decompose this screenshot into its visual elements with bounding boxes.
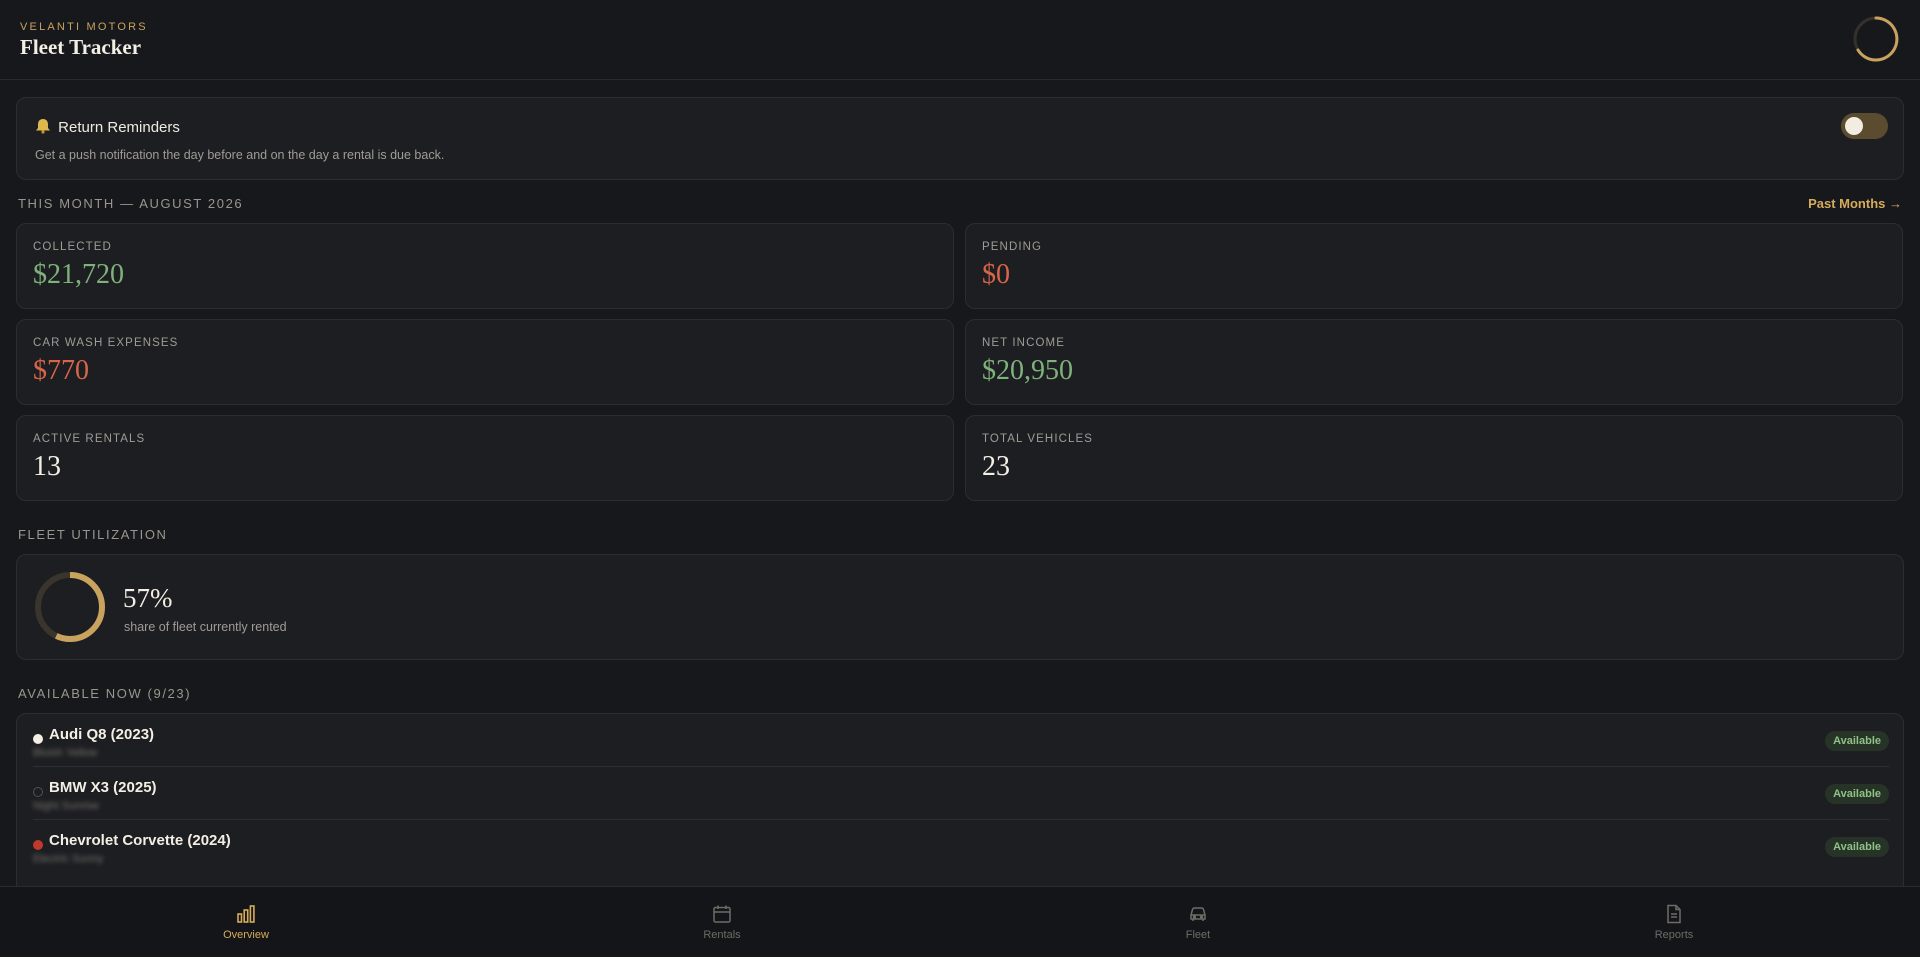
- vehicle-plate: Electric Sunny: [33, 853, 104, 865]
- utilization-percent: 57%: [123, 583, 173, 613]
- bar-chart-icon: [237, 905, 255, 923]
- main-content: Return Reminders Get a push notification…: [0, 80, 1920, 886]
- active-rentals-value: 13: [33, 451, 61, 482]
- month-section-label: THIS MONTH — AUGUST 2026: [18, 196, 244, 211]
- vehicle-plate: Night Sunrise: [33, 800, 100, 812]
- nav-fleet[interactable]: Fleet: [1138, 887, 1258, 957]
- reminder-toggle[interactable]: [1841, 113, 1888, 139]
- vehicle-name: Chevrolet Corvette (2024): [49, 832, 231, 849]
- vehicle-color-dot: [33, 734, 43, 744]
- status-badge: Available: [1825, 784, 1889, 804]
- car-wash-value: $770: [33, 355, 89, 386]
- collected-label: COLLECTED: [33, 241, 112, 253]
- status-badge: Available: [1825, 731, 1889, 751]
- vehicle-color-dot: [33, 840, 43, 850]
- pending-label: PENDING: [982, 241, 1043, 253]
- vehicle-plate: Bluish Yellow: [33, 747, 98, 759]
- nav-reports[interactable]: Reports: [1614, 887, 1734, 957]
- car-wash-expenses-card: CAR WASH EXPENSES $770: [16, 319, 954, 405]
- nav-rentals-label: Rentals: [703, 929, 741, 941]
- nav-rentals[interactable]: Rentals: [662, 887, 782, 957]
- vehicle-row[interactable]: Audi Q8 (2023) Bluish Yellow Available: [33, 714, 1889, 767]
- car-wash-label: CAR WASH EXPENSES: [33, 337, 179, 349]
- app-title: Fleet Tracker: [20, 35, 142, 59]
- calendar-icon: [713, 905, 731, 923]
- vehicle-row[interactable]: BMW X3 (2025) Night Sunrise Available: [33, 767, 1889, 820]
- net-income-value: $20,950: [982, 355, 1073, 386]
- available-section-label: AVAILABLE NOW (9/23): [18, 686, 192, 701]
- vehicle-name: Audi Q8 (2023): [49, 726, 155, 743]
- vehicle-color-dot: [33, 787, 43, 797]
- utilization-subtitle: share of fleet currently rented: [124, 620, 287, 634]
- utilization-card: 57% share of fleet currently rented: [16, 554, 1904, 660]
- vehicle-name: BMW X3 (2025): [49, 779, 157, 796]
- total-vehicles-card: TOTAL VEHICLES 23: [965, 415, 1903, 501]
- past-months-link[interactable]: Past Months →: [1808, 196, 1902, 211]
- bell-icon: [36, 119, 50, 134]
- vehicle-row[interactable]: Chevrolet Corvette (2024) Electric Sunny…: [33, 820, 1889, 873]
- document-icon: [1667, 904, 1681, 924]
- total-vehicles-value: 23: [982, 451, 1010, 482]
- utilization-section-label: FLEET UTILIZATION: [18, 527, 168, 542]
- nav-overview-label: Overview: [223, 929, 269, 941]
- nav-fleet-label: Fleet: [1185, 929, 1211, 941]
- nav-reports-label: Reports: [1654, 929, 1694, 941]
- return-reminders-card: Return Reminders Get a push notification…: [16, 97, 1904, 180]
- pending-value: $0: [982, 259, 1010, 290]
- net-income-label: NET INCOME: [982, 337, 1065, 349]
- brand-subtitle: VELANTI MOTORS: [20, 21, 148, 33]
- nav-overview[interactable]: Overview: [186, 887, 306, 957]
- available-vehicles-list: Audi Q8 (2023) Bluish Yellow Available B…: [16, 713, 1904, 886]
- collected-value: $21,720: [33, 259, 124, 290]
- reminder-title-text: Return Reminders: [58, 119, 180, 136]
- net-income-card: NET INCOME $20,950: [965, 319, 1903, 405]
- bottom-nav: Overview Rentals Fleet Reports: [0, 886, 1920, 956]
- utilization-ring: [35, 572, 105, 642]
- toggle-knob: [1845, 117, 1863, 135]
- pending-card: PENDING $0: [965, 223, 1903, 309]
- reminder-title: Return Reminders: [34, 118, 180, 136]
- reminder-description: Get a push notification the day before a…: [35, 148, 445, 162]
- active-rentals-label: ACTIVE RENTALS: [33, 433, 146, 445]
- loading-spinner-icon: [1853, 16, 1899, 62]
- collected-card: COLLECTED $21,720: [16, 223, 954, 309]
- active-rentals-card: ACTIVE RENTALS 13: [16, 415, 954, 501]
- app-header: VELANTI MOTORS Fleet Tracker: [0, 0, 1920, 80]
- car-icon: [1190, 907, 1206, 921]
- total-vehicles-label: TOTAL VEHICLES: [982, 433, 1094, 445]
- status-badge: Available: [1825, 837, 1889, 857]
